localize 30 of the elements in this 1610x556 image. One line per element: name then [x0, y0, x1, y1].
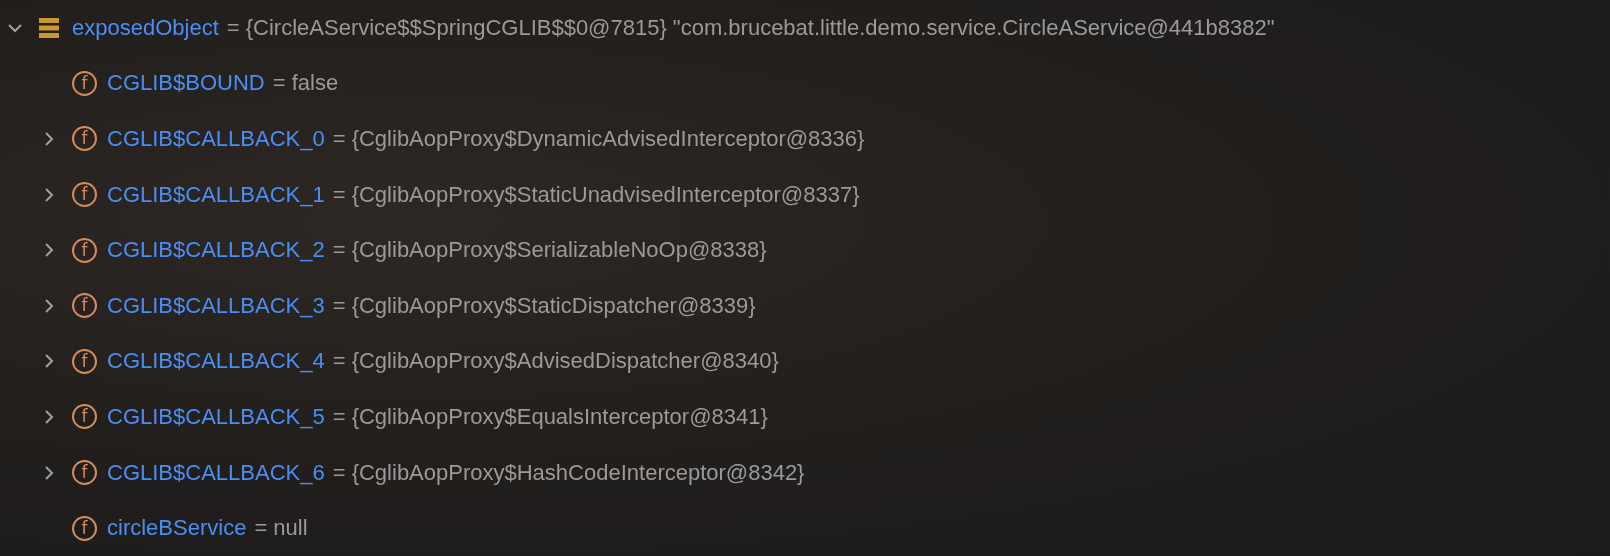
- variable-name: CGLIB$CALLBACK_1: [107, 181, 325, 208]
- field-icon: f: [72, 70, 97, 96]
- field-icon: f: [72, 126, 97, 152]
- field-icon: f: [72, 293, 97, 319]
- field-icon: f: [72, 460, 97, 486]
- field-icon: f: [72, 182, 97, 208]
- variable-value: = {CircleAService$$SpringCGLIB$$0@7815} "com.brucebat.little.demo.service.CircleAService@441b8382": [226, 14, 1275, 41]
- variable-name: CGLIB$CALLBACK_2: [107, 237, 325, 264]
- variable-name: CGLIB$BOUND: [107, 70, 265, 97]
- variable-value: = {CglibAopProxy$AdvisedDispatcher@8340}: [332, 348, 779, 375]
- field-icon: f: [72, 515, 97, 541]
- variable-value: = {CglibAopProxy$HashCodeInterceptor@8342}: [332, 459, 805, 486]
- field-icon: f: [72, 348, 97, 374]
- variable-name: CGLIB$CALLBACK_3: [107, 292, 325, 319]
- variable-value: = false: [272, 70, 339, 97]
- variable-name: CGLIB$CALLBACK_0: [107, 126, 325, 152]
- variable-name: CGLIB$CALLBACK_6: [107, 459, 325, 486]
- variable-name: exposedObject: [72, 14, 219, 41]
- variable-value: = {CglibAopProxy$DynamicAdvisedInterceptor@8336}: [332, 126, 865, 152]
- variable-value: = {CglibAopProxy$StaticDispatcher@8339}: [332, 292, 756, 319]
- variable-value: = {CglibAopProxy$StaticUnadvisedInterceptor@8337}: [332, 181, 860, 208]
- variable-value: = {CglibAopProxy$EqualsInterceptor@8341}: [332, 403, 768, 430]
- variable-name: CGLIB$CALLBACK_4: [107, 348, 325, 375]
- object-icon: [38, 16, 60, 39]
- variable-name: circleBService: [107, 515, 247, 542]
- field-icon: f: [72, 404, 97, 430]
- field-icon: f: [72, 237, 97, 263]
- variable-value: = null: [254, 515, 308, 542]
- variable-value: = {CglibAopProxy$SerializableNoOp@8338}: [332, 237, 767, 264]
- variable-name: CGLIB$CALLBACK_5: [107, 403, 325, 430]
